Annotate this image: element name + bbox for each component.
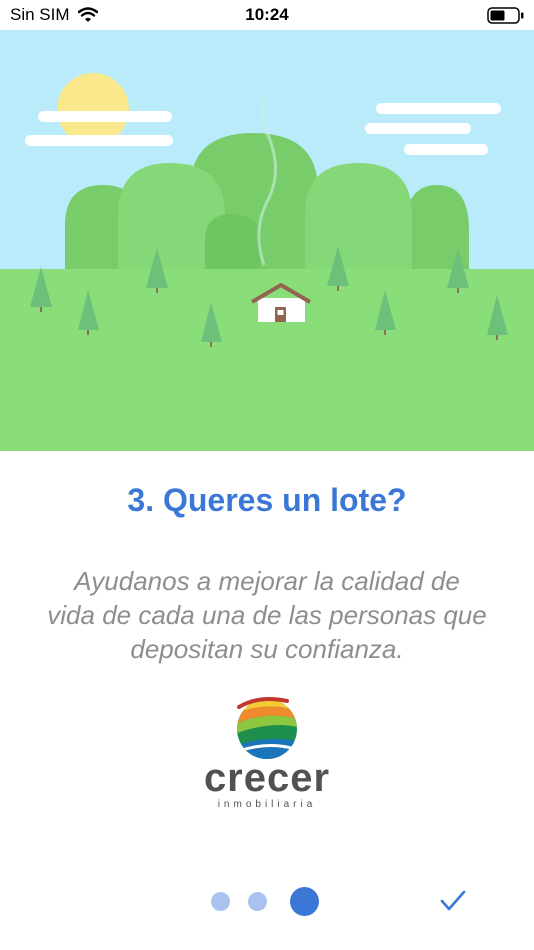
- slide-description-line: vida de cada una de las personas que: [47, 600, 487, 630]
- page-indicator-dot-active[interactable]: [290, 887, 319, 916]
- status-bar: Sin SIM 10:24: [0, 0, 534, 30]
- slide-description-line: Ayudanos a mejorar la calidad de: [74, 566, 460, 596]
- page-indicator-dot-1[interactable]: [211, 892, 230, 911]
- done-button[interactable]: [438, 888, 468, 914]
- grass: [0, 269, 534, 451]
- checkmark-icon: [440, 890, 466, 911]
- slide-title: 3. Queres un lote?: [127, 482, 407, 518]
- clock: 10:24: [245, 5, 289, 24]
- sun-icon: [57, 73, 129, 145]
- logo-subtitle: inmobiliaria: [217, 799, 317, 810]
- slide-description: Ayudanos a mejorar la calidad de vida de…: [0, 564, 534, 666]
- crecer-logo: crecer inmobiliaria: [199, 693, 335, 815]
- page-indicator-dot-2[interactable]: [248, 892, 267, 911]
- slide-description-line: depositan su confianza.: [130, 634, 404, 664]
- battery-icon: [487, 7, 525, 29]
- logo-emblem-icon: [237, 697, 297, 759]
- onboarding-illustration: [0, 30, 534, 451]
- logo-name: crecer: [203, 756, 331, 800]
